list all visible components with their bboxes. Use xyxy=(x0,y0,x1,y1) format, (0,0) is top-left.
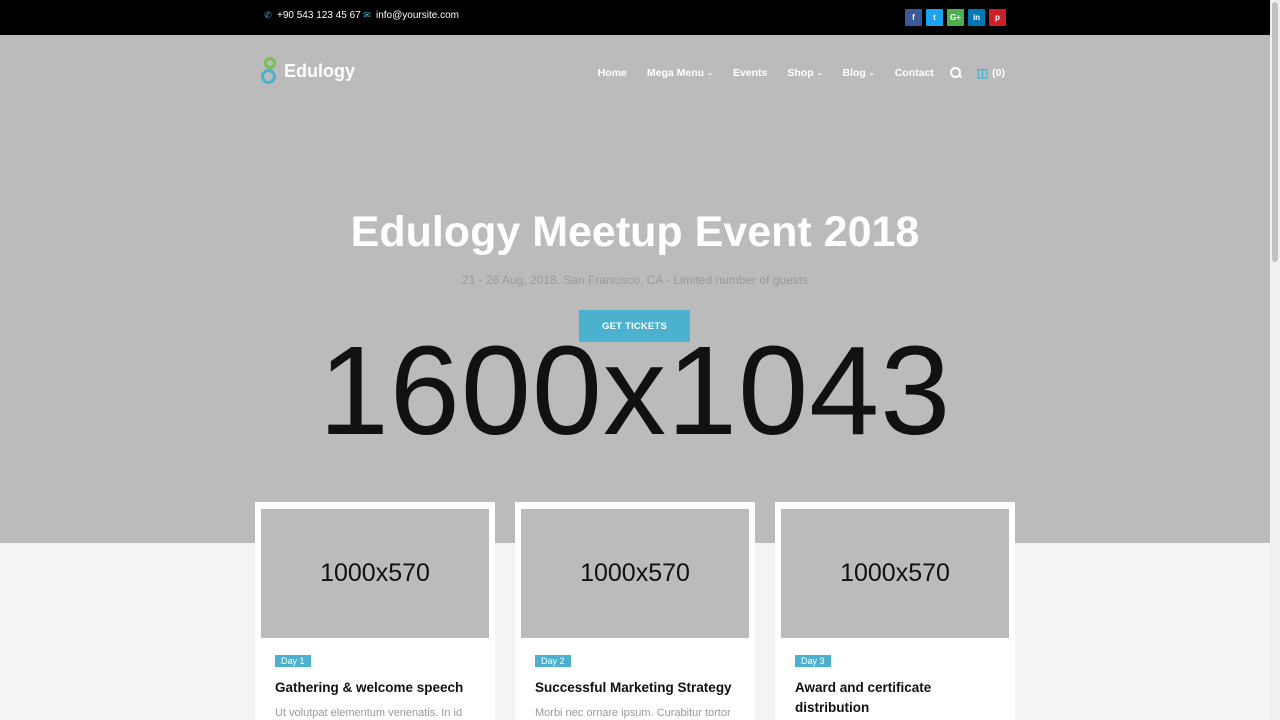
twitter-icon[interactable]: t xyxy=(926,9,943,26)
social-links: f t G+ in p xyxy=(905,9,1006,26)
nav-item-events[interactable]: Events xyxy=(733,67,767,79)
cart-button[interactable]: ◫ (0) xyxy=(977,66,1005,80)
nav-label: Home xyxy=(597,67,627,79)
event-card-day-2[interactable]: 1000x570 Day 2 Successful Marketing Stra… xyxy=(515,502,755,720)
hero-placeholder-image: 1600x1043 xyxy=(318,320,952,461)
page-scrollbar[interactable] xyxy=(1270,0,1280,720)
nav-item-home[interactable]: Home xyxy=(598,67,627,79)
day-badge: Day 3 xyxy=(795,655,831,667)
nav-item-contact[interactable]: Contact xyxy=(895,67,934,79)
linkedin-icon[interactable]: in xyxy=(968,9,985,26)
chevron-down-icon: ⌄ xyxy=(868,70,875,77)
email-contact[interactable]: ✉ info@yoursite.com xyxy=(363,10,459,21)
search-icon[interactable] xyxy=(949,67,962,79)
google-plus-icon[interactable]: G+ xyxy=(947,9,964,26)
envelope-icon: ✉ xyxy=(363,10,371,20)
event-card-day-1[interactable]: 1000x570 Day 1 Gathering & welcome speec… xyxy=(255,502,495,720)
basket-icon: ◫ xyxy=(976,66,989,80)
nav-label: Mega Menu xyxy=(646,67,705,79)
event-card-day-3[interactable]: 1000x570 Day 3 Award and certificate dis… xyxy=(775,502,1015,720)
nav-label: Contact xyxy=(894,67,934,79)
card-placeholder-image: 1000x570 xyxy=(781,509,1009,638)
top-bar: ✆ +90 543 123 45 67 ✉ info@yoursite.com … xyxy=(0,0,1270,35)
card-placeholder-image: 1000x570 xyxy=(521,509,749,638)
cart-count: (0) xyxy=(992,67,1005,79)
phone-number: +90 543 123 45 67 xyxy=(277,10,361,21)
nav-item-mega-menu[interactable]: Mega Menu ⌄ xyxy=(647,67,713,79)
facebook-icon[interactable]: f xyxy=(905,9,922,26)
day-badge: Day 2 xyxy=(535,655,571,667)
phone-icon: ✆ xyxy=(264,10,272,20)
hero-title: Edulogy Meetup Event 2018 xyxy=(350,208,920,256)
nav-item-shop[interactable]: Shop ⌄ xyxy=(787,67,822,79)
card-excerpt: Morbi nec ornare ipsum. Curabitur tortor xyxy=(535,707,731,719)
chevron-down-icon: ⌄ xyxy=(707,70,713,77)
hero-section: 1600x1043 Edulogy Home Mega Menu ⌄ Events… xyxy=(0,35,1270,543)
card-placeholder-image: 1000x570 xyxy=(261,509,489,638)
nav-label: Events xyxy=(732,67,768,79)
day-badge: Day 1 xyxy=(275,655,311,667)
card-title[interactable]: Gathering & welcome speech xyxy=(275,678,475,698)
get-tickets-button[interactable]: GET TICKETS xyxy=(579,310,690,342)
card-excerpt: Ut volutpat elementum venenatis. In id xyxy=(275,707,463,719)
scrollbar-thumb[interactable] xyxy=(1272,2,1278,262)
chevron-down-icon: ⌄ xyxy=(816,70,823,77)
hero-subtitle: 21 - 26 Aug, 2018, San Francisco, CA - L… xyxy=(461,273,809,287)
main-nav: Home Mega Menu ⌄ Events Shop ⌄ Blog ⌄ Conta… xyxy=(0,66,1005,80)
phone-contact[interactable]: ✆ +90 543 123 45 67 xyxy=(264,10,361,21)
nav-label: Shop xyxy=(787,67,814,79)
nav-label: Blog xyxy=(842,67,866,79)
pinterest-icon[interactable]: p xyxy=(989,9,1006,26)
card-title[interactable]: Successful Marketing Strategy xyxy=(535,678,735,698)
email-address: info@yoursite.com xyxy=(376,10,459,21)
card-title[interactable]: Award and certificate distribution xyxy=(795,678,995,718)
nav-item-blog[interactable]: Blog ⌄ xyxy=(843,67,875,79)
